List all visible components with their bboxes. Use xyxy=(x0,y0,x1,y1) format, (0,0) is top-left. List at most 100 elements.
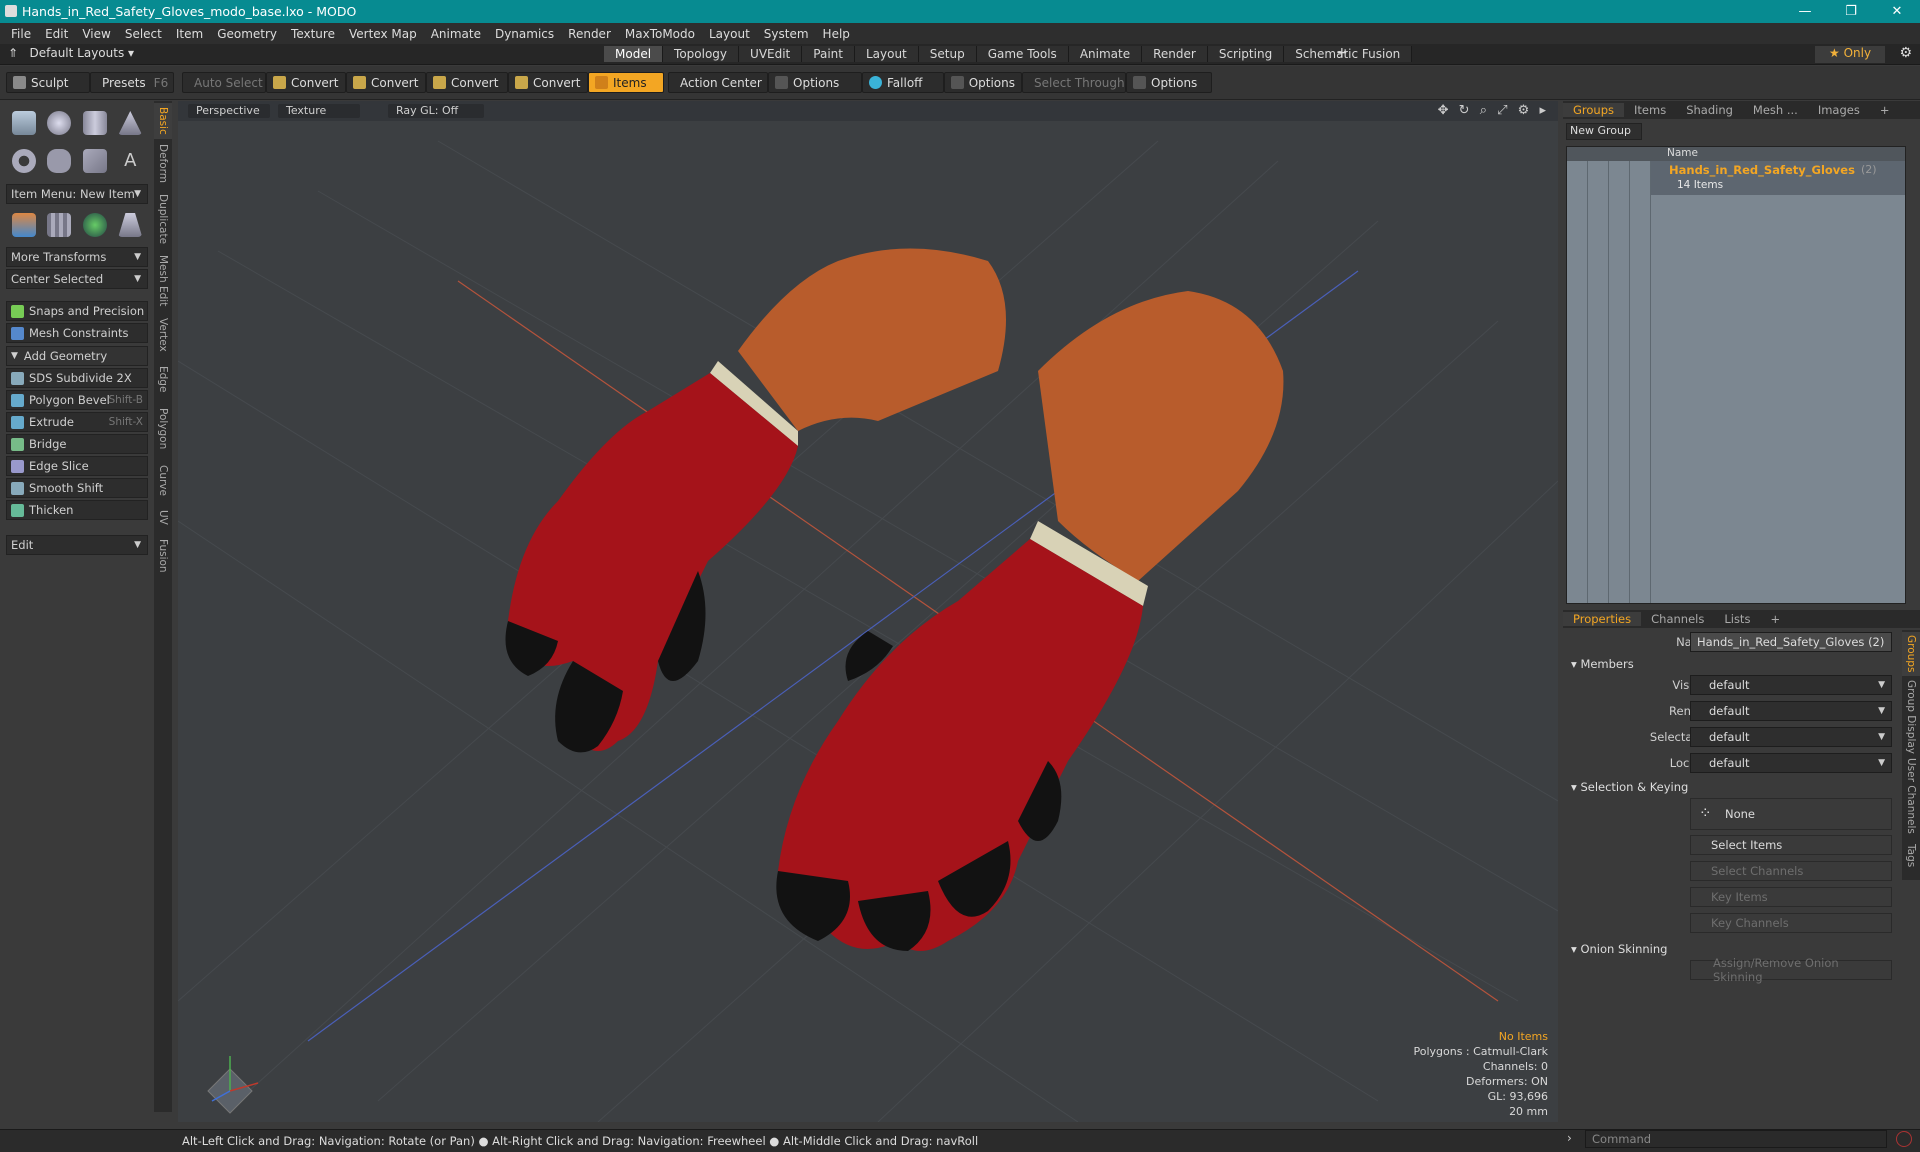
sphere-icon[interactable] xyxy=(47,111,72,135)
locked-dropdown[interactable]: default ▼ xyxy=(1690,753,1892,773)
falloff-options-button[interactable]: Options xyxy=(944,72,1022,93)
sculpt-button[interactable]: Sculpt xyxy=(6,72,90,93)
convert-vertices-button[interactable]: Convert xyxy=(266,72,346,93)
menu-file[interactable]: File xyxy=(4,27,38,41)
tool-extrude[interactable]: Extrude Shift-X xyxy=(6,412,148,432)
tab-channels[interactable]: Channels xyxy=(1641,612,1714,626)
presets-button[interactable]: Presets F6 xyxy=(90,72,174,93)
menu-select[interactable]: Select xyxy=(118,27,169,41)
selection-keying-section[interactable]: ▾ Selection & Keying xyxy=(1571,780,1688,794)
name-column-header[interactable]: Name xyxy=(1567,147,1905,161)
torus-icon[interactable] xyxy=(11,149,36,173)
visible-dropdown[interactable]: default ▼ xyxy=(1690,675,1892,695)
key-items-button[interactable]: Key Items xyxy=(1690,887,1892,907)
command-input[interactable]: Command xyxy=(1585,1130,1887,1148)
vtab-uv[interactable]: UV xyxy=(154,503,172,531)
tab-game-tools[interactable]: Game Tools xyxy=(976,46,1069,62)
close-button[interactable]: ✕ xyxy=(1874,0,1920,23)
onion-skinning-section[interactable]: ▾ Onion Skinning xyxy=(1571,942,1667,956)
cube-icon[interactable] xyxy=(11,111,36,135)
capsule-icon[interactable] xyxy=(47,149,72,173)
menu-system[interactable]: System xyxy=(757,27,816,41)
viewport-gear-icon[interactable]: ⚙ xyxy=(1518,103,1530,118)
select-channels-button[interactable]: Select Channels xyxy=(1690,861,1892,881)
tab-shading[interactable]: Shading xyxy=(1676,103,1743,117)
cone-icon[interactable] xyxy=(118,111,143,135)
mesh-constraints-button[interactable]: Mesh Constraints xyxy=(6,323,148,343)
tab-items[interactable]: Items xyxy=(1624,103,1676,117)
tab-uvedit[interactable]: UVEdit xyxy=(739,46,803,62)
tab-animate[interactable]: Animate xyxy=(1068,46,1143,62)
tab-paint[interactable]: Paint xyxy=(802,46,855,62)
text-icon[interactable]: A xyxy=(118,149,142,173)
convert-polygons-button[interactable]: Convert xyxy=(426,72,508,93)
edit-dropdown[interactable]: Edit ▼ xyxy=(6,535,148,555)
action-center-button[interactable]: Action Center xyxy=(668,72,768,93)
vtab-curve[interactable]: Curve xyxy=(154,459,172,501)
texture-shading-button[interactable]: Texture xyxy=(278,104,360,118)
perspective-view-button[interactable]: Perspective xyxy=(188,104,270,118)
pan-icon[interactable]: ✥ xyxy=(1438,103,1449,118)
snaps-precision-button[interactable]: Snaps and Precision xyxy=(6,301,148,321)
menu-layout[interactable]: Layout xyxy=(702,27,757,41)
tab-model[interactable]: Model xyxy=(604,46,664,62)
tool-edge-slice[interactable]: Edge Slice xyxy=(6,456,148,476)
transform-icon[interactable] xyxy=(11,213,36,237)
vtab-edge[interactable]: Edge xyxy=(154,359,172,399)
tab-mesh[interactable]: Mesh ... xyxy=(1743,103,1808,117)
tab-images[interactable]: Images xyxy=(1808,103,1870,117)
tab-lists[interactable]: Lists xyxy=(1714,612,1760,626)
render-dropdown[interactable]: default ▼ xyxy=(1690,701,1892,721)
rotate-icon[interactable]: ↻ xyxy=(1459,103,1470,118)
menu-maxtomodo[interactable]: MaxToModo xyxy=(618,27,702,41)
name-field[interactable]: Hands_in_Red_Safety_Gloves (2) xyxy=(1690,632,1892,652)
vtab-duplicate[interactable]: Duplicate xyxy=(154,189,172,249)
render-column[interactable] xyxy=(1588,161,1609,603)
tool-smooth-shift[interactable]: Smooth Shift xyxy=(6,478,148,498)
vtab-polygon[interactable]: Polygon xyxy=(154,401,172,457)
command-arrow-icon[interactable]: › xyxy=(1567,1131,1572,1145)
assign-onion-button[interactable]: Assign/Remove Onion Skinning xyxy=(1690,956,1892,984)
menu-vertex-map[interactable]: Vertex Map xyxy=(342,27,424,41)
tool-bridge[interactable]: Bridge xyxy=(6,434,148,454)
menu-animate[interactable]: Animate xyxy=(424,27,488,41)
rtab-tags[interactable]: Tags xyxy=(1902,836,1920,876)
tab-groups[interactable]: Groups xyxy=(1563,103,1625,117)
tool-polygon-bevel[interactable]: Polygon Bevel Shift-B xyxy=(6,390,148,410)
select-column[interactable] xyxy=(1630,161,1651,603)
pen-icon[interactable] xyxy=(82,149,107,173)
tab-render[interactable]: Render xyxy=(1142,46,1208,62)
add-panel-tab-icon[interactable]: + xyxy=(1870,103,1900,117)
select-items-button[interactable]: Select Items xyxy=(1690,835,1892,855)
falloff-button[interactable]: Falloff xyxy=(862,72,944,93)
only-toggle[interactable]: ★ Only xyxy=(1815,46,1885,63)
menu-help[interactable]: Help xyxy=(816,27,857,41)
convert-edges-button[interactable]: Convert xyxy=(346,72,426,93)
new-group-button[interactable]: New Group xyxy=(1566,123,1642,140)
center-selected-dropdown[interactable]: Center Selected ▼ xyxy=(6,269,148,289)
group-row[interactable]: Hands_in_Red_Safety_Gloves (2) 14 Items xyxy=(1651,161,1905,195)
menu-render[interactable]: Render xyxy=(561,27,618,41)
globe-icon[interactable] xyxy=(82,213,107,237)
vtab-deform[interactable]: Deform xyxy=(154,141,172,187)
default-layouts-dropdown[interactable]: ⇑ Default Layouts ▾ xyxy=(8,46,134,60)
tool-thicken[interactable]: Thicken xyxy=(6,500,148,520)
add-props-tab-icon[interactable]: + xyxy=(1760,612,1790,626)
raygl-toggle[interactable]: Ray GL: Off xyxy=(388,104,484,118)
zoom-icon[interactable]: ⌕ xyxy=(1480,103,1487,118)
tab-scripting[interactable]: Scripting xyxy=(1207,46,1285,62)
cylinder-icon[interactable] xyxy=(82,111,107,135)
selectable-dropdown[interactable]: default ▼ xyxy=(1690,727,1892,747)
vtab-fusion[interactable]: Fusion xyxy=(154,533,172,579)
record-icon[interactable] xyxy=(1896,1131,1912,1147)
tab-layout[interactable]: Layout xyxy=(854,46,919,62)
vtab-vertex[interactable]: Vertex xyxy=(154,313,172,357)
rtab-user-channels[interactable]: User Channels xyxy=(1902,758,1920,834)
maximize-button[interactable]: ❐ xyxy=(1828,0,1874,23)
key-channels-button[interactable]: Key Channels xyxy=(1690,913,1892,933)
eye-column[interactable] xyxy=(1567,161,1588,603)
tab-properties[interactable]: Properties xyxy=(1563,612,1642,626)
select-options-button[interactable]: Options xyxy=(1126,72,1212,93)
rtab-group-display[interactable]: Group Display xyxy=(1902,678,1920,756)
fit-icon[interactable]: ⤢ xyxy=(1497,103,1507,118)
